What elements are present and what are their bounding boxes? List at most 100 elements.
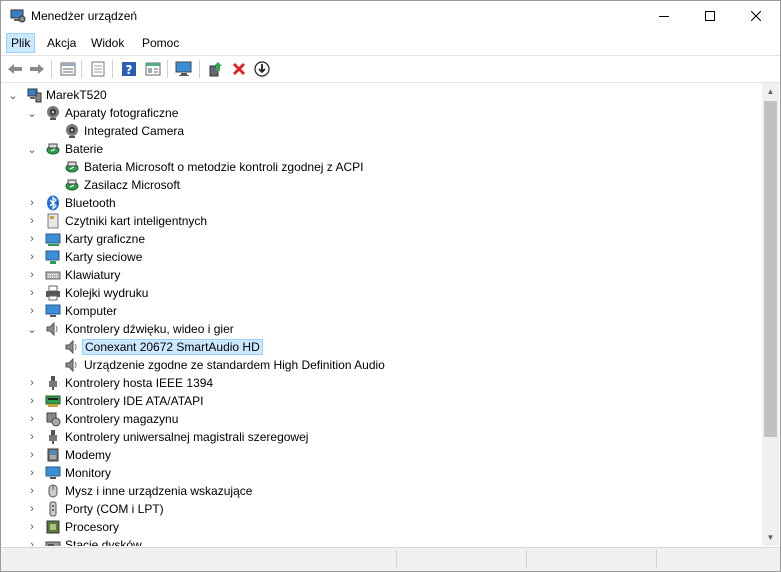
status-cell <box>656 550 777 568</box>
scan-hardware-button[interactable] <box>174 59 194 79</box>
chevron-right-icon[interactable]: › <box>26 466 38 480</box>
chevron-right-icon[interactable]: › <box>26 412 38 426</box>
tree-root-computer[interactable]: ⌄ MarekT520 <box>1 86 762 104</box>
tree-item-label: Kontrolery magazynu <box>65 412 179 426</box>
tree-category[interactable]: › Mysz i inne urządzenia wskazujące <box>1 482 762 500</box>
chevron-right-icon[interactable]: › <box>26 448 38 462</box>
tree-category[interactable]: › Karty sieciowe <box>1 248 762 266</box>
toolbar-separator <box>51 60 52 78</box>
tree-category[interactable]: › Modemy <box>1 446 762 464</box>
device-manager-app-icon <box>10 9 26 23</box>
status-bar <box>1 547 780 571</box>
tree-category[interactable]: › Klawiatury <box>1 266 762 284</box>
speaker-icon <box>65 357 77 373</box>
minimize-button[interactable] <box>641 1 687 31</box>
chevron-right-icon[interactable]: › <box>26 304 38 318</box>
chevron-right-icon[interactable]: › <box>26 520 38 534</box>
chevron-right-icon[interactable]: › <box>26 484 38 498</box>
chevron-right-icon[interactable]: › <box>26 502 38 516</box>
tree-device[interactable]: Bateria Microsoft o metodzie kontroli zg… <box>1 158 762 176</box>
status-cell <box>396 550 527 568</box>
chevron-down-icon[interactable]: ⌄ <box>26 142 38 156</box>
port-icon <box>49 501 57 517</box>
svg-text:?: ? <box>126 63 133 77</box>
menu-bar: Plik Akcja Widok Pomoc <box>1 31 780 54</box>
tree-category[interactable]: › Stacje dysków <box>1 536 762 546</box>
back-button[interactable] <box>5 59 25 79</box>
tree-device[interactable]: Urządzenie zgodne ze standardem High Def… <box>1 356 762 374</box>
tree-category[interactable]: › Karty graficzne <box>1 230 762 248</box>
update-driver-icon <box>209 62 222 77</box>
chevron-right-icon[interactable]: › <box>26 232 38 246</box>
update-driver-button[interactable] <box>206 59 226 79</box>
title-bar[interactable]: Menedżer urządzeń <box>1 1 780 31</box>
tree-item-label: Karty graficzne <box>65 232 146 246</box>
chevron-right-icon[interactable]: › <box>26 268 38 282</box>
tree-item-label: Conexant 20672 SmartAudio HD <box>82 339 263 355</box>
speaker-icon <box>46 321 58 337</box>
chevron-right-icon[interactable]: › <box>26 286 38 300</box>
menu-pomoc[interactable]: Pomoc <box>138 34 183 52</box>
menu-plik[interactable]: Plik <box>6 33 36 53</box>
tree-category[interactable]: ⌄ Baterie <box>1 140 762 158</box>
tree-category[interactable]: › Porty (COM i LPT) <box>1 500 762 518</box>
vertical-scrollbar[interactable]: ▲ ▼ <box>762 83 779 546</box>
show-hidden-icon <box>91 61 105 77</box>
tree-category[interactable]: › Kolejki wydruku <box>1 284 762 302</box>
smartcard-reader-icon <box>47 213 59 229</box>
tree-category[interactable]: › Procesory <box>1 518 762 536</box>
monitor-scan-icon <box>175 61 192 76</box>
chevron-right-icon[interactable]: › <box>26 430 38 444</box>
device-tree[interactable]: ⌄ MarekT520 ⌄ Aparaty fotograficzne Integrat… <box>1 83 762 546</box>
tree-device[interactable]: Zasilacz Microsoft <box>1 176 762 194</box>
chevron-down-icon[interactable]: ⌄ <box>7 88 19 102</box>
scroll-up-arrow[interactable]: ▲ <box>762 83 779 100</box>
tree-item-label: Urządzenie zgodne ze standardem High Def… <box>84 358 385 372</box>
menu-widok[interactable]: Widok <box>87 34 128 52</box>
tree-category[interactable]: › Kontrolery uniwersalnej magistrali szer… <box>1 428 762 446</box>
menu-akcja[interactable]: Akcja <box>43 34 80 52</box>
monitor-icon <box>45 466 61 479</box>
tree-category[interactable]: › Kontrolery magazynu <box>1 410 762 428</box>
forward-button[interactable] <box>27 59 47 79</box>
tree-category[interactable]: › Czytniki kart inteligentnych <box>1 212 762 230</box>
scroll-down-arrow[interactable]: ▼ <box>762 529 779 546</box>
chevron-right-icon[interactable]: › <box>26 196 38 210</box>
close-icon <box>751 11 761 21</box>
chevron-right-icon[interactable]: › <box>26 250 38 264</box>
chevron-right-icon[interactable]: › <box>26 376 38 390</box>
help-button[interactable]: ? <box>119 59 139 79</box>
download-icon <box>254 61 270 77</box>
tree-category[interactable]: › Monitory <box>1 464 762 482</box>
tree-item-label: MarekT520 <box>46 88 107 102</box>
show-hidden-button[interactable] <box>88 59 108 79</box>
tree-category[interactable]: › Bluetooth <box>1 194 762 212</box>
display-adapter-icon <box>45 233 61 246</box>
tree-item-label: Karty sieciowe <box>65 250 143 264</box>
tree-item-label: Klawiatury <box>65 268 121 282</box>
chevron-right-icon[interactable]: › <box>26 394 38 408</box>
network-adapter-icon <box>45 250 60 264</box>
action-view-button[interactable] <box>143 59 163 79</box>
chevron-down-icon[interactable]: ⌄ <box>26 322 38 336</box>
tree-category[interactable]: › Kontrolery hosta IEEE 1394 <box>1 374 762 392</box>
uninstall-button[interactable] <box>229 59 249 79</box>
maximize-button[interactable] <box>687 1 733 31</box>
tree-category[interactable]: › Kontrolery IDE ATA/ATAPI <box>1 392 762 410</box>
properties-grid-button[interactable] <box>58 59 78 79</box>
chevron-right-icon[interactable]: › <box>26 538 38 546</box>
tree-category[interactable]: ⌄ Aparaty fotograficzne <box>1 104 762 122</box>
battery-icon <box>46 143 60 155</box>
processor-icon <box>46 520 60 534</box>
tree-device[interactable]: Integrated Camera <box>1 122 762 140</box>
chevron-down-icon[interactable]: ⌄ <box>26 106 38 120</box>
tree-category[interactable]: › Komputer <box>1 302 762 320</box>
scroll-thumb[interactable] <box>764 101 777 437</box>
tree-category[interactable]: ⌄ Kontrolery dźwięku, wideo i gier <box>1 320 762 338</box>
enable-device-button[interactable] <box>252 59 272 79</box>
close-button[interactable] <box>733 1 779 31</box>
chevron-right-icon[interactable]: › <box>26 214 38 228</box>
tree-device[interactable]: Conexant 20672 SmartAudio HD <box>1 338 762 356</box>
keyboard-icon <box>45 271 61 280</box>
battery-icon <box>65 179 79 191</box>
